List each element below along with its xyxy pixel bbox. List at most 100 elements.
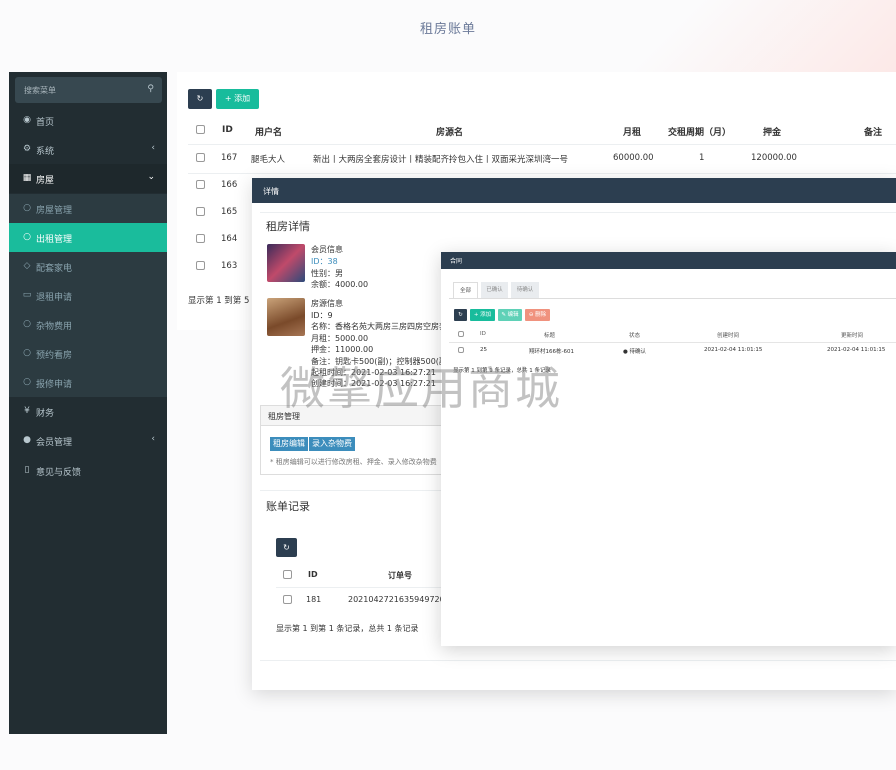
dashboard-icon: ◉ [23, 115, 31, 125]
rent-edit-button[interactable]: 租房编辑 [270, 437, 308, 451]
col-id: ID [222, 125, 233, 135]
sidebar-item[interactable]: ▭ 退租申请 [9, 281, 167, 310]
divider [188, 144, 896, 145]
add-sundry-fee-button[interactable]: 录入杂物费 [309, 437, 355, 451]
sidebar-item-label: 出租管理 [36, 235, 73, 245]
sidebar-item-label: 杂物费用 [36, 322, 73, 332]
contract-col-id: ID [480, 331, 486, 337]
row-id: 163 [221, 261, 238, 271]
map-icon: ▯ [24, 465, 30, 475]
row-id: 167 [221, 153, 238, 163]
row-id: 164 [221, 234, 238, 244]
sidebar-item-label: 财务 [36, 409, 55, 419]
contract-modal-header: 合同 [441, 252, 896, 269]
sidebar-item-label: 系统 [36, 147, 55, 157]
sidebar-item[interactable]: ○ 出租管理 [9, 223, 167, 252]
row-id: 165 [221, 207, 238, 217]
sidebar-item[interactable]: ▯ 意见与反馈 [9, 456, 167, 485]
sidebar-item[interactable]: ▦ 房屋 ⌄ [9, 164, 167, 193]
row-checkbox[interactable] [196, 180, 205, 189]
cogs-icon: ⚙ [22, 144, 32, 154]
yen-icon: ¥ [24, 406, 30, 416]
row-checkbox[interactable] [196, 261, 205, 270]
circle-icon: ○ [23, 203, 31, 213]
sidebar-item[interactable]: ● 会员管理 ‹ [9, 426, 167, 455]
chevron-icon: ⌄ [147, 172, 155, 182]
row-id: 166 [221, 180, 238, 190]
row-deposit: 120000.00 [751, 153, 797, 163]
col-rent: 月租 [623, 128, 642, 138]
sidebar-item[interactable]: ○ 杂物费用 [9, 310, 167, 339]
contract-add-button[interactable]: + 添加 [470, 309, 495, 321]
tab-pending[interactable]: 待确认 [511, 282, 539, 298]
select-all-checkbox[interactable] [196, 125, 205, 134]
row-checkbox[interactable] [196, 207, 205, 216]
row-cycle: 1 [699, 153, 705, 163]
sidebar-item-label: 报修申请 [36, 380, 73, 390]
refresh-button[interactable]: ↻ [188, 89, 212, 109]
sidebar-item[interactable]: ◉ 首页 [9, 106, 167, 135]
sidebar-search-input[interactable]: 搜索菜单 ⚲ [15, 77, 162, 103]
sidebar-item[interactable]: ¥ 财务 [9, 397, 167, 426]
contract-select-all-checkbox[interactable] [458, 331, 464, 337]
contract-modal-title: 合同 [450, 258, 463, 265]
tab-confirmed[interactable]: 已确认 [481, 282, 508, 298]
member-title: 会员信息 [311, 245, 343, 254]
circle-icon: ○ [23, 348, 31, 358]
card-icon: ▭ [22, 290, 32, 300]
chevron-icon: ‹ [151, 434, 155, 444]
row-checkbox[interactable] [196, 153, 205, 162]
watermark-text: 微擎应用商城 [280, 362, 563, 415]
sidebar-item-label: 房屋 [36, 176, 55, 186]
divider [260, 660, 896, 661]
sidebar-item-label: 配套家电 [36, 264, 73, 274]
col-cycle: 交租周期（月） [668, 128, 732, 138]
sidebar-item[interactable]: ○ 预约看房 [9, 339, 167, 368]
divider [188, 173, 896, 174]
contract-refresh-button[interactable]: ↻ [454, 309, 467, 321]
sidebar-item-label: 意见与反馈 [36, 468, 82, 478]
contract-edit-button[interactable]: ✎ 编辑 [498, 309, 522, 321]
col-house: 房源名 [436, 128, 464, 138]
sidebar: 搜索菜单 ⚲ ◉ 首页 ⚙ 系统 ‹ ▦ 房屋 ⌄ ○ 房屋管理 ○ 出租管理 ◇ 配套家电 ▭ 退租申请 ○ 杂… [9, 72, 167, 734]
house-name: 名称：香格名苑大两房三房四房空房套 [311, 322, 447, 331]
row-checkbox[interactable] [196, 234, 205, 243]
detail-modal-title: 详情 [263, 187, 279, 196]
sidebar-item-label: 会员管理 [36, 438, 73, 448]
bills-row-checkbox[interactable] [283, 595, 292, 604]
col-remark: 备注 [864, 128, 883, 138]
member-avatar [267, 244, 305, 282]
sidebar-item[interactable]: ◇ 配套家电 [9, 252, 167, 281]
chevron-icon: ‹ [151, 143, 155, 153]
pagination-info: 显示第 1 到第 5 [188, 296, 250, 306]
house-image [267, 298, 305, 336]
bills-row-id: 181 [306, 595, 322, 604]
sidebar-item[interactable]: ○ 报修申请 [9, 368, 167, 397]
circle-icon: ○ [23, 319, 31, 329]
contract-row-created: 2021-02-04 11:01:15 [704, 347, 763, 353]
bills-select-all-checkbox[interactable] [283, 570, 292, 579]
row-house: 新出丨大两房全套房设计丨精装配齐拎包入住丨双面采光深圳湾一号 [313, 155, 569, 165]
sidebar-item-label: 退租申请 [36, 293, 73, 303]
tab-all[interactable]: 全部 [453, 282, 478, 298]
member-id[interactable]: ID：38 [311, 256, 338, 268]
bills-row-order: 20210427216359497200385 [348, 595, 444, 604]
rent-manage-note: * 租房编辑可以进行修改房租、押金、录入修改杂物费 [270, 458, 437, 466]
row-user: 腿毛大人 [251, 155, 286, 165]
search-icon[interactable]: ⚲ [147, 84, 154, 94]
contract-delete-button[interactable]: ⊖ 删除 [525, 309, 550, 321]
contract-modal: 合同 全部 已确认 待确认 ↻ + 添加 ✎ 编辑 ⊖ 删除 ID 标题 状态 … [441, 252, 896, 646]
contract-row-status: ● 待确认 [623, 349, 647, 355]
member-balance: 余额：4000.00 [311, 280, 369, 289]
user-icon: ● [23, 435, 31, 445]
sidebar-item[interactable]: ○ 房屋管理 [9, 194, 167, 223]
bills-refresh-button[interactable]: ↻ [276, 538, 297, 557]
add-button[interactable]: + 添加 [216, 89, 259, 109]
col-username: 用户名 [255, 128, 283, 138]
rent-detail-title: 租房详情 [266, 220, 310, 233]
sidebar-item[interactable]: ⚙ 系统 ‹ [9, 135, 167, 164]
search-placeholder: 搜索菜单 [24, 86, 56, 95]
contract-col-title: 标题 [544, 333, 556, 339]
sidebar-item-label: 首页 [36, 118, 55, 128]
house-title: 房源信息 [311, 299, 343, 308]
